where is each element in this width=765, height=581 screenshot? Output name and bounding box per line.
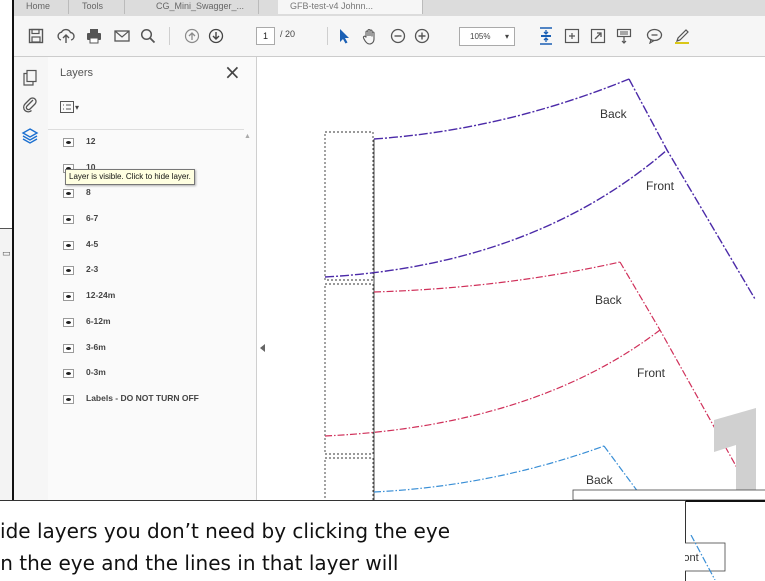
front-label-box: Front bbox=[685, 535, 726, 580]
pattern-label-front: Front bbox=[685, 552, 699, 564]
page-number-watermark bbox=[714, 408, 756, 500]
pattern-label-back: Back bbox=[586, 473, 614, 487]
pattern-label-front: Front bbox=[637, 366, 666, 380]
background-window-icon: ▭ bbox=[2, 249, 11, 259]
instruction-callout: Hide layers you don’t need by clicking t… bbox=[0, 500, 686, 581]
pattern-label-back: Back bbox=[600, 107, 628, 121]
pattern-cut-boxes bbox=[324, 131, 374, 500]
callout-line: on the eye and the lines in that layer w… bbox=[0, 551, 399, 575]
pattern-label-back: Back bbox=[595, 293, 623, 307]
document-page: Back Front Back Front Back bbox=[324, 78, 765, 500]
pattern-label-front: Front bbox=[646, 179, 675, 193]
callout-line: Hide layers you don’t need by clicking t… bbox=[0, 519, 450, 543]
pattern-lines-purple bbox=[324, 78, 756, 300]
label-box bbox=[572, 489, 765, 500]
pdf-viewer-window: Home Tools CG_Mini_Swagger_... GFB-test-… bbox=[12, 0, 765, 502]
pattern-lines-red bbox=[324, 261, 756, 500]
